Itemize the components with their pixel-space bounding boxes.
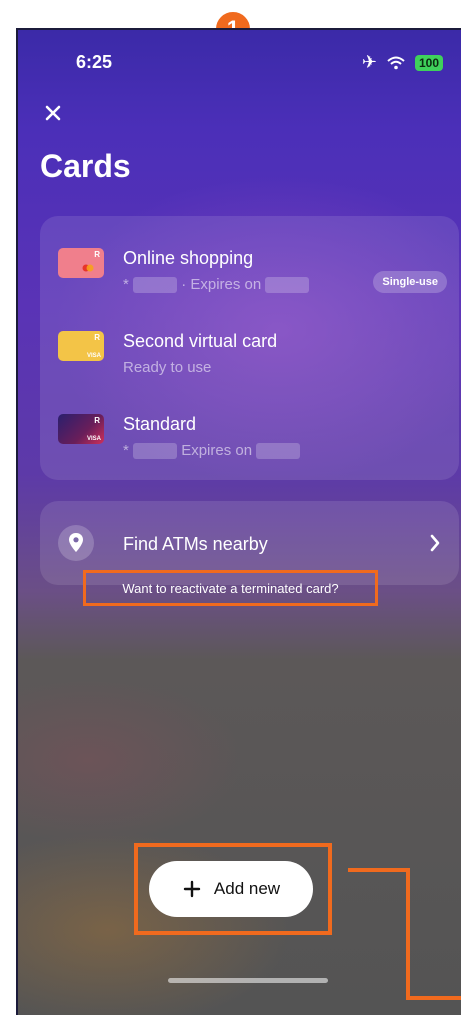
card-name: Standard bbox=[123, 414, 197, 434]
single-use-badge: Single-use bbox=[373, 271, 447, 293]
plus-icon bbox=[183, 880, 201, 898]
status-bar: 6:25 ✈ 100 bbox=[18, 30, 461, 90]
find-atms-label: Find ATMs nearby bbox=[123, 534, 268, 554]
redacted-card-number bbox=[133, 277, 178, 294]
card-status: Ready to use bbox=[123, 359, 212, 376]
card-item-online-shopping[interactable]: R Online shopping * · Expires on Single-… bbox=[40, 238, 459, 298]
redacted-expiry bbox=[256, 443, 301, 460]
home-indicator bbox=[168, 978, 328, 983]
redacted-expiry bbox=[265, 277, 310, 294]
add-new-button[interactable]: Add new bbox=[149, 861, 313, 917]
redacted-card-number bbox=[133, 443, 178, 460]
card-thumbnail: R bbox=[58, 248, 104, 278]
reactivate-card-link[interactable]: Want to reactivate a terminated card? bbox=[83, 570, 378, 606]
mastercard-logo bbox=[82, 264, 94, 272]
chevron-right-icon bbox=[430, 534, 440, 552]
card-thumbnail: R VISA bbox=[58, 414, 104, 444]
card-item-second-virtual[interactable]: R VISA Second virtual card Ready to use bbox=[40, 321, 459, 381]
close-icon[interactable] bbox=[40, 100, 66, 126]
battery-indicator: 100 bbox=[414, 54, 443, 71]
callout-connector bbox=[348, 868, 410, 872]
status-time: 6:25 bbox=[76, 52, 113, 72]
card-name: Online shopping bbox=[123, 248, 254, 268]
card-details: * · Expires on bbox=[123, 276, 310, 294]
status-icons: ✈ 100 bbox=[362, 52, 443, 73]
cards-list: R Online shopping * · Expires on Single-… bbox=[40, 216, 459, 480]
card-thumbnail: R VISA bbox=[58, 331, 104, 361]
add-new-label: Add new bbox=[213, 879, 281, 898]
airplane-icon: ✈ bbox=[361, 52, 377, 72]
map-pin-icon bbox=[58, 525, 94, 561]
card-item-standard[interactable]: R VISA Standard * Expires on bbox=[40, 404, 459, 464]
page-title: Cards bbox=[40, 148, 131, 184]
card-name: Second virtual card bbox=[123, 331, 278, 351]
card-details: * Expires on bbox=[123, 442, 301, 460]
callout-connector bbox=[406, 868, 410, 1000]
wifi-icon bbox=[387, 56, 405, 69]
callout-connector bbox=[406, 996, 461, 1000]
